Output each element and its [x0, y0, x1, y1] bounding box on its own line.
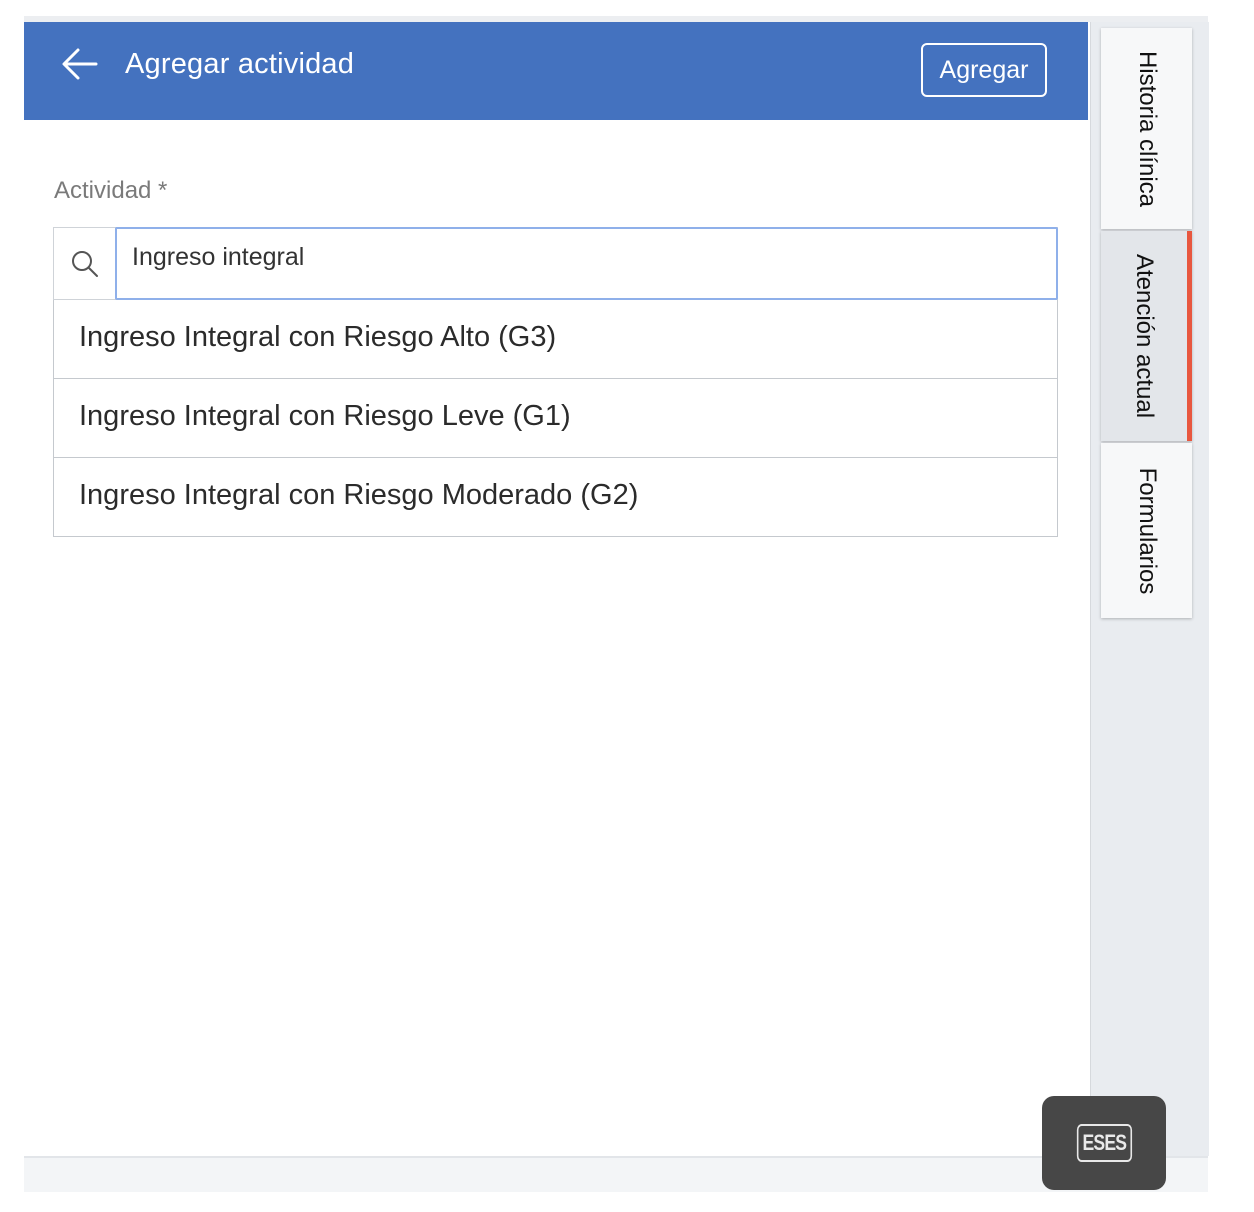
eses-floating-button[interactable]: ESES [1042, 1096, 1166, 1190]
search-icon [71, 250, 98, 277]
activity-search-input[interactable] [115, 227, 1058, 300]
suggestion-option[interactable]: Ingreso Integral con Riesgo Moderado (G2… [54, 457, 1057, 536]
page-title: Agregar actividad [125, 48, 355, 80]
arrow-left-icon [62, 48, 98, 80]
suggestion-option[interactable]: Ingreso Integral con Riesgo Leve (G1) [54, 378, 1057, 457]
tab-label: Atención actual [1131, 253, 1158, 419]
tab-label: Formularios [1133, 467, 1161, 594]
tab-formularios[interactable]: Formularios [1101, 443, 1192, 618]
panel-header: Agregar actividad Agregar [24, 22, 1088, 120]
search-icon-container [54, 228, 116, 299]
add-button[interactable]: Agregar [921, 43, 1047, 97]
eses-logo: ESES [1076, 1124, 1132, 1162]
back-button[interactable] [58, 42, 102, 86]
activity-suggestions-list: Ingreso Integral con Riesgo Alto (G3) In… [53, 300, 1058, 537]
bottom-bar [24, 1156, 1208, 1192]
activity-field-label: Actividad * [54, 177, 168, 204]
activity-search-box [53, 227, 1058, 300]
tab-historia-clinica[interactable]: Historia clínica [1101, 28, 1192, 229]
add-activity-panel: Agregar actividad Agregar Actividad * In… [24, 22, 1090, 1156]
tab-atencion-actual[interactable]: Atención actual [1101, 231, 1192, 441]
tab-label: Historia clínica [1133, 50, 1161, 207]
suggestion-option[interactable]: Ingreso Integral con Riesgo Alto (G3) [54, 300, 1057, 378]
